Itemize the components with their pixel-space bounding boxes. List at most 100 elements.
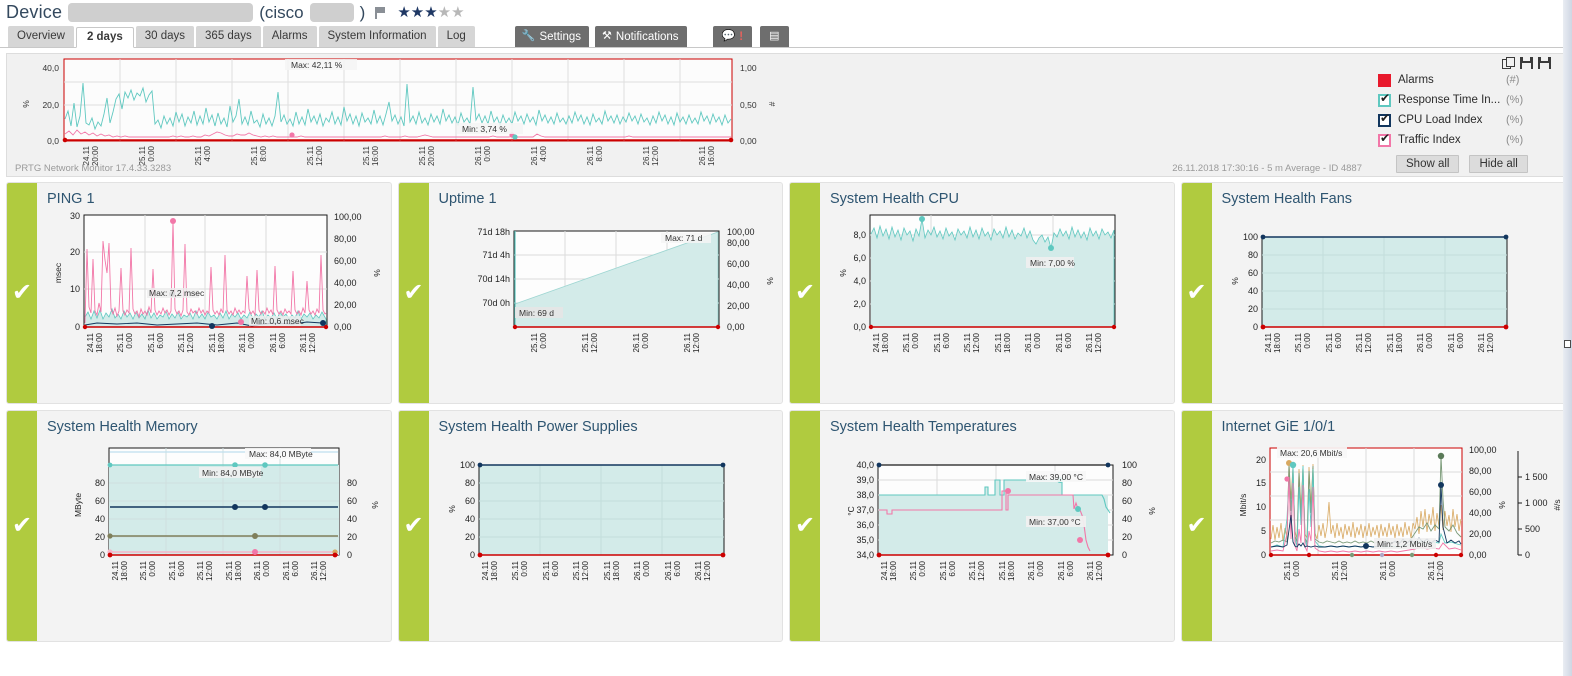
- sensor-title-ping-1[interactable]: PING 1: [47, 191, 391, 207]
- report-button[interactable]: ▤: [760, 26, 789, 47]
- copy-icon[interactable]: [1502, 57, 1515, 69]
- show-all-button[interactable]: Show all: [1396, 155, 1460, 173]
- check-icon: ✔: [403, 279, 424, 306]
- svg-text:0:00: 0:00: [1388, 560, 1397, 576]
- star-5-icon[interactable]: ★: [451, 4, 464, 21]
- sensor-chart-power[interactable]: 0 20 40 60 80 100 % 24.11 18:00 25.11 0:00 25…: [439, 439, 783, 617]
- sensor-chart-ping-1[interactable]: 0 10 20 30 msec 0,00 20,00 40,00 60,00 80,00 10…: [47, 211, 391, 389]
- svg-text:36,0: 36,0: [856, 520, 874, 530]
- svg-text:15: 15: [1255, 478, 1265, 488]
- tab-2-days[interactable]: 2 days: [75, 27, 134, 48]
- svg-text:6:00: 6:00: [942, 332, 951, 348]
- status-badge-power: ✔: [398, 411, 429, 641]
- sensor-title-internet-gie-1-0-1[interactable]: Internet GiE 1/0/1: [1222, 419, 1566, 435]
- sensor-title-uptime-1[interactable]: Uptime 1: [439, 191, 783, 207]
- tab-365-days[interactable]: 365 days: [196, 26, 261, 47]
- svg-text:%: %: [372, 269, 382, 277]
- response-time-checkbox[interactable]: [1378, 92, 1391, 107]
- svg-text:12:00: 12:00: [1340, 560, 1349, 581]
- page-scrollbar[interactable]: [1563, 0, 1572, 676]
- star-3-icon[interactable]: ★: [424, 4, 437, 21]
- svg-text:26.11: 26.11: [632, 332, 641, 352]
- legend-row-cpu-load-index[interactable]: CPU Load Index (%): [1378, 110, 1565, 130]
- sensor-card-uptime-1[interactable]: ✔ Uptime 1 70d 0h 70d 14h 71d 4h 71d 18h 0,…: [397, 182, 783, 404]
- tab-system-information[interactable]: System Information: [318, 26, 436, 47]
- svg-text:18:00: 18:00: [1003, 332, 1012, 353]
- sensor-card-system-health-fans[interactable]: ✔ System Health Fans 0 20 40 60 80 100 % 24.1…: [1180, 182, 1566, 404]
- device-name-redacted: [68, 3, 254, 22]
- tab-log[interactable]: Log: [437, 26, 475, 47]
- svg-text:26.11: 26.11: [664, 560, 673, 580]
- legend-row-alarms[interactable]: Alarms (#): [1378, 70, 1565, 90]
- legend-row-response-time-index[interactable]: Response Time In... (%): [1378, 90, 1565, 110]
- traffic-index-checkbox[interactable]: [1378, 132, 1391, 147]
- settings-button[interactable]: 🔧 Settings: [514, 26, 590, 47]
- svg-text:6:00: 6:00: [156, 332, 165, 348]
- svg-text:25.11: 25.11: [177, 332, 186, 352]
- sensor-chart-cpu[interactable]: 0,0 2,0 4,0 6,0 8,0 % Min: 7,00 % 24.11 18:0…: [830, 211, 1174, 389]
- svg-text:Min: 84,0 MByte: Min: 84,0 MByte: [202, 468, 264, 478]
- sensor-chart-internet[interactable]: 0 5 10 15 20 Mbit/s 0,00 20,00 40,00 60,00 80,0…: [1222, 439, 1566, 617]
- priority-stars[interactable]: ★★★★★: [397, 5, 464, 20]
- notifications-button[interactable]: ⚒ Notifications: [595, 26, 687, 47]
- sensor-card-system-health-memory[interactable]: ✔ System Health Memory 0 20 40 60 80 MByte 0…: [6, 410, 392, 642]
- svg-text:24.11: 24.11: [481, 560, 490, 580]
- svg-text:8,0: 8,0: [853, 230, 866, 240]
- sensor-title-system-health-cpu[interactable]: System Health CPU: [830, 191, 1174, 207]
- svg-text:20,00: 20,00: [1469, 529, 1492, 539]
- svg-text:0:00: 0:00: [1303, 332, 1312, 348]
- svg-text:18:00: 18:00: [234, 560, 243, 581]
- svg-text:26.11: 26.11: [1024, 332, 1033, 352]
- comment-icon: 💬: [721, 30, 736, 42]
- svg-text:26.11: 26.11: [253, 560, 262, 580]
- svg-text:25.11: 25.11: [909, 560, 918, 580]
- tab-overview[interactable]: Overview: [8, 26, 74, 47]
- sensor-title-system-health-memory[interactable]: System Health Memory: [47, 419, 391, 435]
- main-chart-area[interactable]: 0,0 20,0 40,0 % 0,00 0,50 1,00 # Max: 42,11 …: [7, 54, 1370, 176]
- svg-text:0:00: 0:00: [262, 560, 271, 576]
- sensor-title-system-health-fans[interactable]: System Health Fans: [1222, 191, 1566, 207]
- svg-text:0:00: 0:00: [918, 560, 927, 576]
- tab-30-days[interactable]: 30 days: [135, 26, 195, 47]
- check-icon: ✔: [794, 512, 816, 539]
- sensor-chart-memory[interactable]: 0 20 40 60 80 MByte 0 20 40 60 80 % Max: 84,0 MB…: [47, 439, 391, 617]
- sensor-title-system-health-temperatures[interactable]: System Health Temperatures: [830, 419, 1174, 435]
- svg-text:24.11: 24.11: [1264, 332, 1273, 352]
- comments-button[interactable]: 💬 !: [712, 26, 753, 47]
- sensor-card-system-health-power-supplies[interactable]: ✔ System Health Power Supplies 0 20 40 60 80…: [397, 410, 783, 642]
- hide-all-button[interactable]: Hide all: [1469, 155, 1528, 173]
- cpu-load-checkbox[interactable]: [1378, 112, 1391, 127]
- svg-text:26.11: 26.11: [1027, 560, 1036, 580]
- scrollbar-thumb[interactable]: [1564, 340, 1571, 348]
- svg-text:60,00: 60,00: [1469, 487, 1492, 497]
- save-icon[interactable]: [1520, 57, 1533, 69]
- sensor-card-ping-1[interactable]: ✔ PING 1 0 10 20 30 msec 0,00 20,00 40,00 60,…: [6, 182, 392, 404]
- tab-alarms[interactable]: Alarms: [262, 26, 317, 47]
- svg-text:25.11: 25.11: [306, 145, 315, 165]
- svg-text:100,00: 100,00: [1469, 445, 1497, 455]
- main-chart-max-label: Max: 42,11 %: [291, 60, 343, 70]
- check-icon: ✔: [11, 512, 33, 539]
- svg-text:18:00: 18:00: [889, 560, 898, 581]
- svg-text:12:00: 12:00: [692, 332, 701, 353]
- sensor-card-system-health-cpu[interactable]: ✔ System Health CPU 0,0 2,0 4,0 6,0 8,0 % Mi…: [789, 182, 1175, 404]
- svg-text:25.11: 25.11: [998, 560, 1007, 580]
- flag-icon[interactable]: [375, 6, 387, 20]
- svg-text:30: 30: [70, 211, 80, 221]
- sensor-card-internet-gie-1-0-1[interactable]: ✔ Internet GiE 1/0/1 0 5 10 15 20 Mbit/s 0,0…: [1180, 410, 1566, 642]
- star-2-icon[interactable]: ★: [411, 4, 424, 21]
- svg-text:26.11: 26.11: [1416, 332, 1425, 352]
- legend-row-traffic-index[interactable]: Traffic Index (%): [1378, 130, 1565, 150]
- sensor-card-system-health-temperatures[interactable]: ✔ System Health Temperatures 34,0 35,0 36,…: [789, 410, 1175, 642]
- save-as-icon[interactable]: [1538, 57, 1551, 69]
- sensor-chart-uptime-1[interactable]: 70d 0h 70d 14h 71d 4h 71d 18h 0,00 20,00 40,0…: [439, 211, 783, 389]
- star-4-icon[interactable]: ★: [438, 4, 451, 21]
- svg-text:20,0: 20,0: [42, 100, 59, 110]
- sensor-title-system-health-power-supplies[interactable]: System Health Power Supplies: [439, 419, 783, 435]
- svg-text:26.11: 26.11: [530, 145, 539, 165]
- legend-label-traffic-index: Traffic Index: [1398, 134, 1461, 146]
- svg-text:60: 60: [95, 496, 105, 506]
- sensor-chart-temperatures[interactable]: 34,0 35,0 36,0 37,0 38,0 39,0 40,0 °C 0 20 40 60 8…: [830, 439, 1174, 617]
- sensor-chart-fans[interactable]: 0 20 40 60 80 100 % 24.11 18:00 25.11 0:00 25…: [1222, 211, 1566, 389]
- star-1-icon[interactable]: ★: [397, 4, 410, 21]
